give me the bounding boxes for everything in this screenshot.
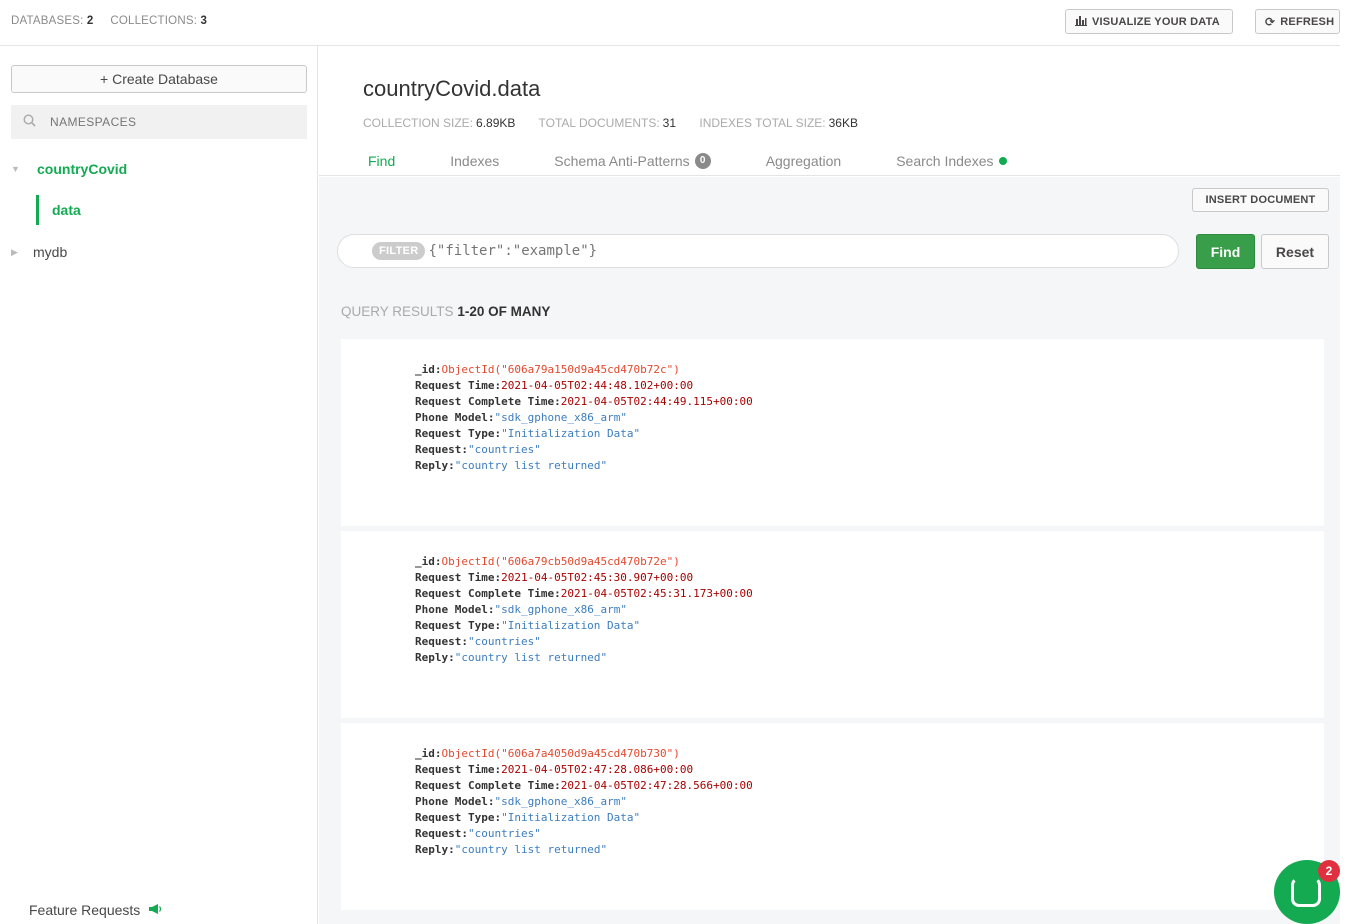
reset-button[interactable]: Reset [1261,234,1329,269]
namespace-search-input[interactable] [50,115,270,129]
feature-requests-label: Feature Requests [29,902,141,918]
document-card[interactable]: _id:ObjectId("606a79a150d9a45cd470b72c")… [341,339,1324,526]
search-icon [23,114,36,130]
namespace-search[interactable] [11,105,307,139]
find-button[interactable]: Find [1196,234,1255,269]
collection-stats: COLLECTION SIZE: 6.89KB TOTAL DOCUMENTS: 3… [363,116,878,130]
sidebar: + Create Database ▼ countryCovid data ▶ … [0,46,318,924]
collection-header: countryCovid.data COLLECTION SIZE: 6.89KB… [319,46,1340,176]
sidebar-item-data[interactable]: data [36,195,81,225]
refresh-button[interactable]: ⟳ REFRESH [1255,9,1340,34]
tab-aggregation[interactable]: Aggregation [766,152,842,170]
page-title: countryCovid.data [363,76,541,101]
instance-stats: DATABASES: 2 COLLECTIONS: 3 [11,15,207,27]
document-body: _id:ObjectId("606a79cb50d9a45cd470b72e")… [415,555,753,664]
document-card[interactable]: _id:ObjectId("606a79cb50d9a45cd470b72e")… [341,531,1324,718]
total-documents-value: 31 [662,116,677,130]
anti-pattern-count-badge: 0 [694,153,711,169]
feature-requests-link[interactable]: Feature Requests [29,902,162,918]
collection-name: data [52,202,81,218]
refresh-label: REFRESH [1280,15,1335,28]
tab-indexes[interactable]: Indexes [450,152,499,170]
bar-chart-icon [1075,15,1087,29]
total-documents-label: TOTAL DOCUMENTS: [538,116,660,130]
collection-size-value: 6.89KB [476,116,516,130]
status-dot-icon [998,157,1007,165]
databases-label: DATABASES: [11,15,84,27]
indexes-size-label: INDEXES TOTAL SIZE: [699,116,826,130]
refresh-icon: ⟳ [1265,14,1276,29]
filter-pill: FILTER [372,242,426,260]
caret-right-icon[interactable]: ▶ [11,247,25,258]
collection-tabs: Find Indexes Schema Anti-Patterns 0 Aggre… [368,152,1062,170]
collections-count: 3 [200,15,208,27]
sidebar-item-mydb[interactable]: ▶ mydb [0,238,318,266]
databases-count: 2 [86,15,94,27]
document-card[interactable]: _id:ObjectId("606a7a4050d9a45cd470b730")… [341,723,1324,910]
chat-button[interactable]: 2 [1274,860,1340,924]
tab-search-indexes[interactable]: Search Indexes [896,152,1007,170]
chat-icon [1291,877,1321,907]
filter-bar[interactable]: FILTER [337,234,1179,268]
query-results-label: QUERY RESULTS 1-20 OF MANY [341,304,551,319]
indexes-size-value: 36KB [828,116,858,130]
collections-label: COLLECTIONS: [110,15,198,27]
sidebar-item-countrycovid[interactable]: ▼ countryCovid [0,155,318,183]
insert-document-button[interactable]: INSERT DOCUMENT [1192,188,1329,212]
tab-find[interactable]: Find [368,152,395,170]
create-database-button[interactable]: + Create Database [11,65,307,93]
database-name: countryCovid [37,161,128,177]
tab-schema-anti-patterns[interactable]: Schema Anti-Patterns 0 [554,152,711,170]
caret-down-icon[interactable]: ▼ [11,164,25,174]
notification-badge: 2 [1318,860,1340,882]
query-results-range: 1-20 OF MANY [457,304,551,319]
query-area: INSERT DOCUMENT FILTER Find Reset QUERY … [319,177,1340,924]
collection-size-label: COLLECTION SIZE: [363,116,474,130]
top-bar: DATABASES: 2 COLLECTIONS: 3 VISUALIZE YO… [0,0,1340,46]
filter-input[interactable] [428,243,1129,259]
visualize-data-button[interactable]: VISUALIZE YOUR DATA [1065,9,1233,34]
document-body: _id:ObjectId("606a79a150d9a45cd470b72c")… [415,363,753,472]
document-body: _id:ObjectId("606a7a4050d9a45cd470b730")… [415,747,753,856]
database-name: mydb [33,244,68,260]
megaphone-icon [148,902,162,918]
visualize-data-label: VISUALIZE YOUR DATA [1092,15,1220,28]
